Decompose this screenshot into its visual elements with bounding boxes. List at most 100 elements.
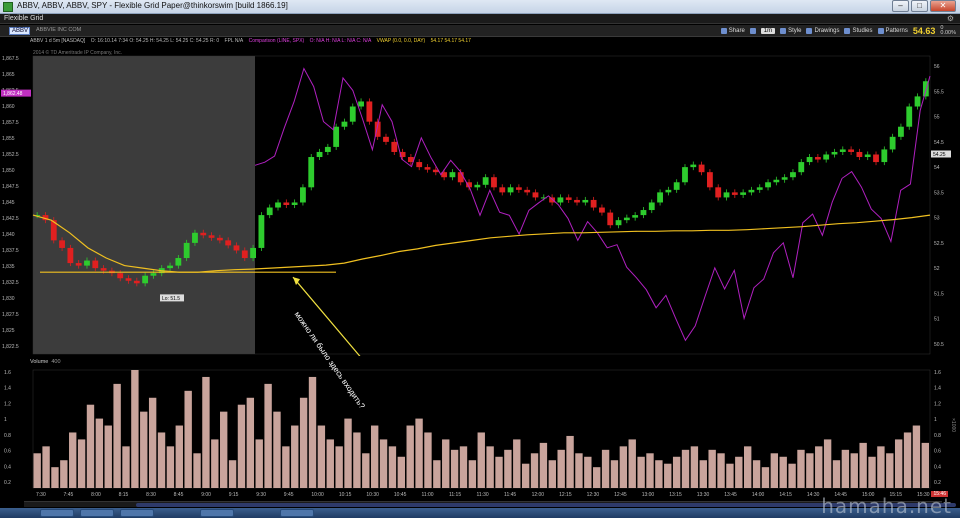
volume-bar	[433, 460, 441, 488]
candle-body	[864, 154, 871, 158]
volume-bar	[122, 446, 130, 488]
left-axis-tick-label: 1,857.5	[2, 120, 19, 126]
candle-body	[258, 215, 265, 248]
candle-body	[366, 101, 373, 122]
volume-bar	[761, 467, 770, 488]
volume-bar	[521, 463, 530, 488]
candle-body	[690, 164, 697, 168]
candle-body	[125, 278, 132, 281]
volume-bar	[202, 376, 210, 488]
volume-bar	[779, 456, 787, 488]
volume-bar	[211, 439, 219, 488]
left-axis-tick-label: 1,825	[2, 328, 15, 334]
time-axis-label: 14:30	[807, 492, 820, 498]
price-chart[interactable]: 1,867.51,8651,862.51,8601,857.51,8551,85…	[0, 46, 960, 356]
taskbar-button[interactable]	[120, 509, 154, 517]
volume-bar	[77, 439, 86, 488]
volume-axis-unit: ×1000	[950, 418, 956, 432]
volume-bar	[681, 449, 690, 488]
candle-body	[416, 162, 423, 168]
candle-body	[806, 157, 813, 163]
volume-bar	[379, 439, 388, 488]
candle-body	[200, 232, 207, 236]
candle-body	[92, 260, 99, 269]
comparison-study-label[interactable]: Comparison (LINE, SPX)	[249, 38, 305, 44]
volume-bar	[601, 449, 610, 488]
volume-bar	[823, 439, 832, 488]
right-axis-tick-label: 51	[934, 317, 940, 323]
time-axis-label: 11:00	[421, 492, 433, 498]
left-axis-tick-label: 1,827.5	[2, 312, 19, 318]
time-axis-label: 10:15	[339, 492, 352, 498]
maximize-button[interactable]: □	[911, 0, 928, 12]
studies-button[interactable]: Studies	[844, 28, 873, 34]
volume-bar	[193, 453, 201, 488]
time-axis-label: 9:00	[201, 492, 211, 498]
candle-body	[150, 273, 157, 276]
gear-icon[interactable]: ⚙	[947, 14, 954, 23]
volume-bar	[539, 442, 548, 488]
volume-bar	[95, 418, 104, 488]
volume-bar	[131, 370, 139, 488]
volume-axis-label-right: 0.6	[934, 449, 941, 455]
volume-bar	[255, 439, 263, 488]
candle-body	[532, 192, 539, 198]
style-button[interactable]: Style	[780, 28, 801, 34]
close-button[interactable]: ✕	[930, 0, 956, 12]
candle-body	[225, 240, 232, 246]
left-axis-tick-label: 1,860	[2, 104, 15, 110]
time-axis-label: 13:15	[669, 492, 682, 498]
volume-axis-label-right: 1.2	[934, 401, 941, 407]
volume-bar	[282, 446, 290, 488]
volume-bar	[806, 453, 814, 488]
taskbar-button[interactable]	[200, 509, 234, 517]
annotation-arrow-line	[292, 276, 361, 356]
volume-bar	[335, 446, 343, 488]
drawing-tools-button[interactable]	[749, 28, 756, 34]
left-axis-tick-label: 1,830	[2, 296, 15, 302]
candle-body	[632, 215, 639, 218]
volume-bar	[886, 453, 894, 488]
candle-body	[391, 141, 398, 152]
volume-bar	[708, 449, 716, 488]
volume-bar	[504, 449, 512, 488]
style-label: Style	[788, 28, 802, 34]
volume-bar	[637, 456, 645, 488]
volume-bar	[477, 432, 485, 488]
time-scrollbar[interactable]	[24, 501, 956, 507]
volume-bar	[370, 425, 379, 488]
candle-body	[723, 192, 730, 198]
volume-bar	[859, 442, 867, 488]
candle-body	[889, 136, 896, 150]
taskbar-button[interactable]	[40, 509, 74, 517]
vwap-study-label[interactable]: VWAP (0.0, 0.0, DAY)	[377, 38, 426, 44]
candle-body	[790, 172, 796, 178]
last-price: 54.63	[912, 26, 936, 36]
period-button[interactable]: 1m	[760, 28, 776, 34]
volume-chart[interactable]: 1.6 1.6 1.4 1.4 1.2 1.2 1 1 0.8 0.8 0.6 0.6 0.4 0.4 0.…	[0, 358, 960, 498]
taskbar-button[interactable]	[80, 509, 114, 517]
volume-axis-label-left: 0.6	[4, 449, 11, 455]
candle-body	[599, 207, 605, 213]
drawings-button[interactable]: Drawings	[806, 28, 839, 34]
symbol-input[interactable]: ABBV	[9, 27, 30, 35]
candle-body	[333, 126, 340, 147]
right-axis-tick-label: 56	[934, 64, 940, 70]
taskbar-button[interactable]	[280, 509, 314, 517]
time-axis-label: 11:45	[504, 492, 516, 498]
minimize-button[interactable]: –	[892, 0, 909, 12]
volume-bar	[743, 446, 752, 488]
volume-bar	[575, 453, 583, 488]
app-window: ABBV, ABBV, ABBV, SPY - Flexible Grid Pa…	[0, 0, 960, 518]
candle-body	[914, 96, 921, 107]
patterns-button[interactable]: Patterns	[877, 28, 908, 34]
candle-body	[316, 151, 323, 158]
flexible-grid-menu[interactable]: Flexible Grid	[4, 15, 43, 22]
share-button[interactable]: Share	[720, 28, 745, 34]
chart-id[interactable]: ABBV 1 d 5m [NASDAQ]	[30, 38, 85, 44]
volume-bar	[246, 397, 255, 488]
left-axis-tick-label: 1,837.5	[2, 248, 19, 254]
volume-bar	[184, 390, 192, 488]
volume-bar	[495, 456, 503, 488]
candle-body	[673, 182, 680, 190]
